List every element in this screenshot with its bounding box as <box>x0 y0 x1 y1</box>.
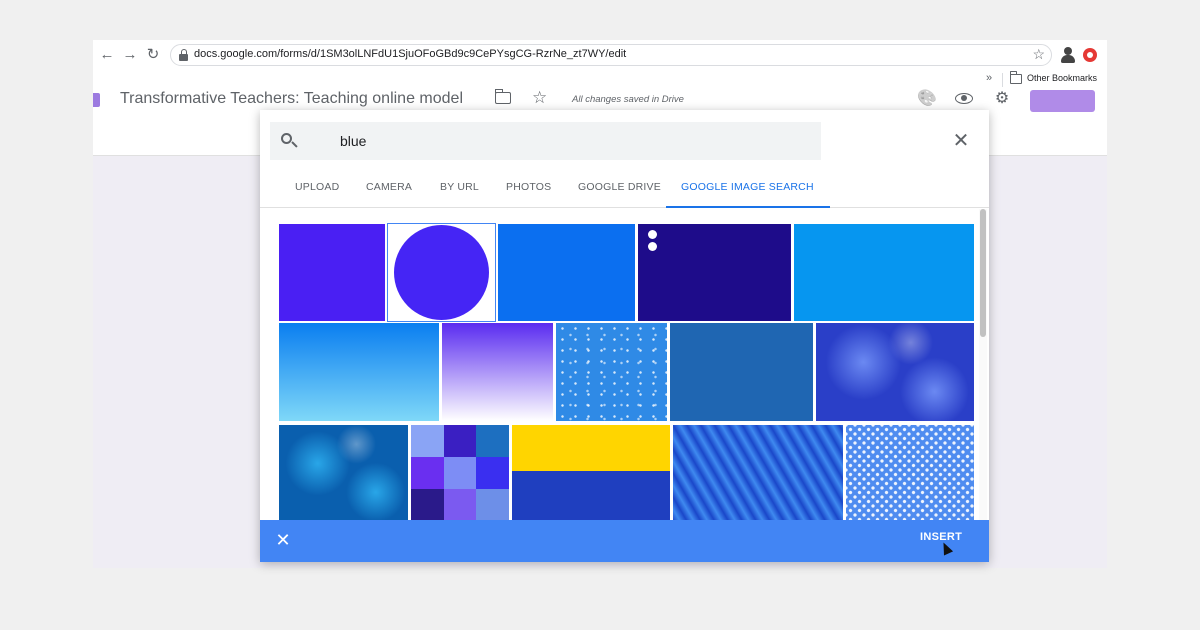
image-result-color-checker[interactable] <box>411 425 509 520</box>
cancel-icon[interactable]: ✕ <box>272 529 294 551</box>
dialog-footer: ✕ INSERT <box>260 520 989 562</box>
image-result-violet-square[interactable] <box>279 224 385 321</box>
forms-logo-icon[interactable] <box>93 93 100 107</box>
back-button[interactable]: ← <box>97 45 117 65</box>
tab-google-drive[interactable]: GOOGLE DRIVE <box>578 172 661 208</box>
other-bookmarks-link[interactable]: Other Bookmarks <box>1027 73 1097 83</box>
bookmarks-bar: » Other Bookmarks <box>93 70 1107 90</box>
image-result-underwater[interactable] <box>279 425 408 520</box>
record-extension-icon[interactable] <box>1083 48 1097 62</box>
bookmarks-overflow-icon[interactable]: » <box>986 72 992 84</box>
preview-eye-icon[interactable] <box>955 90 973 108</box>
search-input[interactable] <box>340 131 810 151</box>
tab-photos[interactable]: PHOTOS <box>506 172 551 208</box>
tab-by-url[interactable]: BY URL <box>440 172 479 208</box>
folder-icon <box>1010 71 1022 84</box>
close-icon[interactable]: ✕ <box>950 130 972 152</box>
image-result-sky-blue[interactable] <box>794 224 974 321</box>
palette-icon[interactable]: 🎨 <box>917 90 937 108</box>
search-icon <box>281 133 298 149</box>
image-result-blue-feathers[interactable] <box>673 425 843 520</box>
move-to-folder-icon[interactable] <box>494 89 511 104</box>
bookmark-star-icon[interactable]: ☆ <box>1032 46 1045 63</box>
reload-button[interactable]: ↻ <box>143 45 163 65</box>
tab-bar: UPLOAD CAMERA BY URL PHOTOS GOOGLE DRIVE… <box>260 172 989 208</box>
gear-icon[interactable]: ⚙ <box>993 90 1011 108</box>
tab-upload[interactable]: UPLOAD <box>295 172 339 208</box>
image-result-sky-gradient[interactable] <box>279 323 439 421</box>
tab-camera[interactable]: CAMERA <box>366 172 412 208</box>
save-status: All changes saved in Drive <box>572 94 684 105</box>
omnibox[interactable]: docs.google.com/forms/d/1SM3olLNFdU1SjuO… <box>170 44 1052 66</box>
image-result-yellow-blue-flag[interactable] <box>512 425 670 520</box>
lock-icon <box>179 49 188 61</box>
image-results-grid <box>260 209 989 520</box>
image-result-blue-circle[interactable] <box>387 223 496 322</box>
tab-google-image-search[interactable]: GOOGLE IMAGE SEARCH <box>666 172 830 208</box>
scrollbar[interactable] <box>979 209 987 520</box>
scrollbar-thumb[interactable] <box>980 209 986 337</box>
image-picker-dialog: ✕ UPLOAD CAMERA BY URL PHOTOS GOOGLE DRI… <box>260 110 989 562</box>
send-button[interactable] <box>1030 90 1095 112</box>
forward-button[interactable]: → <box>120 45 140 65</box>
image-result-dotted-blue[interactable] <box>556 323 667 421</box>
address-bar-row: ← → ↻ docs.google.com/forms/d/1SM3olLNFd… <box>93 40 1107 70</box>
image-result-polka-dots[interactable] <box>846 425 974 520</box>
image-result-denim[interactable] <box>670 323 813 421</box>
search-box <box>270 122 821 160</box>
image-result-bokeh[interactable] <box>816 323 974 421</box>
star-icon[interactable]: ☆ <box>532 88 547 108</box>
bookmarks-divider <box>1002 73 1003 87</box>
profile-extension-icon[interactable] <box>1059 46 1077 64</box>
image-result-purple-gradient[interactable] <box>442 323 553 421</box>
insert-button[interactable]: INSERT <box>920 531 962 543</box>
url-text[interactable]: docs.google.com/forms/d/1SM3olLNFdU1SjuO… <box>194 48 626 60</box>
image-result-navy-dots[interactable] <box>638 224 791 321</box>
form-title[interactable]: Transformative Teachers: Teaching online… <box>120 90 463 108</box>
image-result-azure[interactable] <box>498 224 635 321</box>
